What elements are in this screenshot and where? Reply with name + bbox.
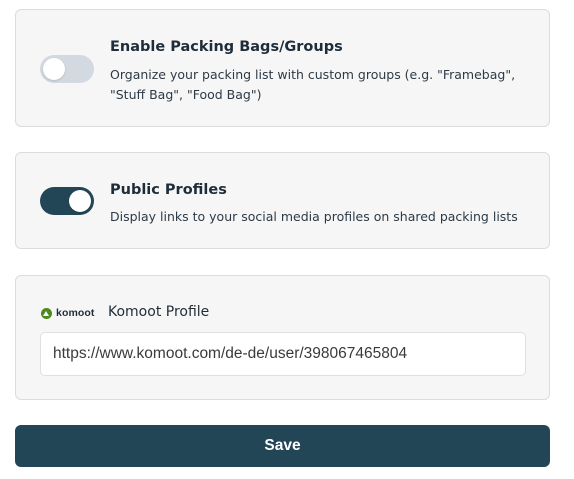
komoot-mark-icon	[41, 307, 52, 319]
komoot-profile-url-input[interactable]	[40, 332, 526, 376]
packing-groups-title: Enable Packing Bags/Groups	[110, 39, 343, 55]
packing-groups-description: Organize your packing list with custom g…	[110, 67, 516, 102]
komoot-logo-text: komoot	[56, 307, 95, 319]
toggle-knob	[43, 58, 65, 80]
public-profiles-title: Public Profiles	[110, 182, 227, 198]
komoot-profile-label: Komoot Profile	[108, 304, 210, 320]
toggle-knob	[69, 190, 91, 212]
public-profiles-setting-card: Public Profiles Display links to your so…	[15, 152, 550, 249]
save-button[interactable]: Save	[15, 425, 550, 467]
komoot-logo-icon: komoot	[41, 306, 95, 320]
packing-groups-setting-card: Enable Packing Bags/Groups Organize your…	[15, 9, 550, 127]
packing-groups-toggle[interactable]	[40, 55, 94, 83]
komoot-profile-card: komoot Komoot Profile	[15, 275, 550, 400]
public-profiles-description: Display links to your social media profi…	[110, 209, 518, 224]
public-profiles-toggle[interactable]	[40, 187, 94, 215]
